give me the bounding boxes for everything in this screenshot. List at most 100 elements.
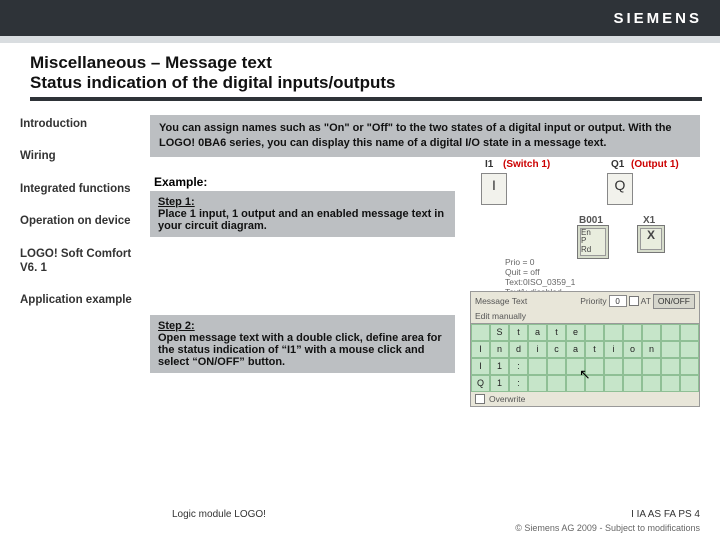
title-underline — [30, 97, 702, 101]
message-text-panel: Message Text Priority 0 AT ON/OFF Edit m… — [470, 291, 700, 407]
grid-cell[interactable] — [604, 375, 623, 392]
grid-cell[interactable] — [471, 324, 490, 341]
grid-cell[interactable]: e — [566, 324, 585, 341]
grid-cell[interactable]: i — [528, 341, 547, 358]
sidebar: Introduction Wiring Integrated functions… — [20, 115, 136, 407]
grid-cell[interactable]: I — [471, 341, 490, 358]
grid-cell[interactable]: a — [528, 324, 547, 341]
footer-copyright: © Siemens AG 2009 - Subject to modificat… — [515, 523, 700, 533]
grid-row-3: Q1: — [471, 375, 699, 392]
grid-cell[interactable] — [623, 358, 642, 375]
b001-block: En P Rd — [577, 225, 609, 259]
input-glyph: I — [492, 178, 496, 192]
grid-cell[interactable] — [661, 341, 680, 358]
step-2-box: Step 2: Open message text with a double … — [150, 315, 455, 373]
ack-checkbox[interactable] — [629, 296, 639, 306]
i1-id: I1 — [485, 159, 493, 170]
priority-label: Priority — [580, 296, 606, 306]
sidebar-item-application-example[interactable]: Application example — [20, 293, 136, 307]
grid-cell[interactable] — [604, 358, 623, 375]
grid-row-1: Indication — [471, 341, 699, 358]
grid-cell[interactable]: n — [642, 341, 661, 358]
sidebar-item-logo-soft-comfort[interactable]: LOGO! Soft Comfort V6. 1 — [20, 247, 136, 276]
q1-id: Q1 — [611, 159, 624, 170]
grid-cell[interactable] — [547, 375, 566, 392]
grid-cell[interactable]: S — [490, 324, 509, 341]
grid-cell[interactable] — [680, 324, 699, 341]
title-block: Miscellaneous – Message text Status indi… — [30, 53, 702, 101]
grid-cell[interactable] — [661, 324, 680, 341]
message-panel-toolbar: Message Text Priority 0 AT ON/OFF Edit m… — [471, 292, 699, 324]
footer-right-code: I IA AS FA PS 4 — [631, 509, 700, 520]
grid-cell[interactable]: : — [509, 358, 528, 375]
sidebar-item-wiring[interactable]: Wiring — [20, 149, 136, 163]
step-2-text: Open message text with a double click, d… — [158, 332, 442, 368]
grid-cell[interactable] — [680, 375, 699, 392]
grid-cell[interactable] — [642, 324, 661, 341]
grid-cell[interactable] — [547, 358, 566, 375]
grid-cell[interactable]: t — [547, 324, 566, 341]
grid-cell[interactable] — [585, 358, 604, 375]
grid-cell[interactable] — [528, 358, 547, 375]
grid-cell[interactable]: Q — [471, 375, 490, 392]
priority-field[interactable]: 0 — [609, 295, 627, 307]
step-2-heading: Step 2: — [158, 320, 195, 332]
sidebar-item-integrated-functions[interactable]: Integrated functions — [20, 182, 136, 196]
intro-text-box: You can assign names such as "On" or "Of… — [150, 115, 700, 157]
message-grid[interactable]: State Indication I1: Q1: — [471, 324, 699, 392]
overwrite-checkbox[interactable] — [475, 394, 485, 404]
grid-cell[interactable]: d — [509, 341, 528, 358]
content-area: You can assign names such as "On" or "Of… — [150, 115, 700, 407]
sidebar-item-introduction[interactable]: Introduction — [20, 117, 136, 131]
at-label: AT — [641, 296, 651, 306]
top-bar: SIEMENS — [0, 0, 720, 36]
grid-row-2: I1: — [471, 358, 699, 375]
grid-cell[interactable]: t — [509, 324, 528, 341]
step-1-text: Place 1 input, 1 output and an enabled m… — [158, 208, 444, 232]
grid-cell[interactable]: t — [585, 341, 604, 358]
grid-cell[interactable] — [585, 324, 604, 341]
grid-cell[interactable]: : — [509, 375, 528, 392]
grid-cell[interactable] — [566, 358, 585, 375]
grid-cell[interactable] — [623, 324, 642, 341]
grid-cell[interactable] — [528, 375, 547, 392]
grid-cell[interactable] — [680, 358, 699, 375]
grid-cell[interactable] — [661, 358, 680, 375]
example-label: Example: — [154, 175, 455, 189]
onoff-button[interactable]: ON/OFF — [653, 294, 695, 309]
grid-cell[interactable]: c — [547, 341, 566, 358]
output-q1-icon: Q — [607, 173, 633, 205]
i1-annotation: (Switch 1) — [503, 159, 550, 170]
grid-cell[interactable]: o — [623, 341, 642, 358]
grid-cell[interactable] — [661, 375, 680, 392]
output-glyph: Q — [615, 178, 626, 192]
grid-cell[interactable]: i — [604, 341, 623, 358]
sidebar-item-operation-on-device[interactable]: Operation on device — [20, 214, 136, 228]
msg-text-label: Message Text — [475, 296, 527, 306]
grid-cell[interactable]: n — [490, 341, 509, 358]
grid-cell[interactable]: a — [566, 341, 585, 358]
grid-cell[interactable]: 1 — [490, 358, 509, 375]
input-i1-icon: I — [481, 173, 507, 205]
overwrite-label: Overwrite — [489, 394, 525, 404]
step-1-box: Step 1: Place 1 input, 1 output and an e… — [150, 191, 455, 237]
grid-cell[interactable] — [585, 375, 604, 392]
edit-manually-label[interactable]: Edit manually — [475, 311, 526, 321]
grid-row-0: State — [471, 324, 699, 341]
grid-cell[interactable] — [642, 358, 661, 375]
grid-cell[interactable] — [642, 375, 661, 392]
step-1-heading: Step 1: — [158, 196, 195, 208]
diagram-area: (Switch 1) I1 I (Output 1) Q1 Q B001 En … — [463, 157, 700, 407]
page-title-2: Status indication of the digital inputs/… — [30, 73, 702, 93]
grid-cell[interactable] — [623, 375, 642, 392]
param-quit: Quit = off — [505, 267, 540, 277]
param-text0: Text:0ISO_0359_1 — [505, 277, 575, 287]
grid-cell[interactable]: 1 — [490, 375, 509, 392]
param-prio: Prio = 0 — [505, 257, 535, 267]
x1-block: X — [637, 225, 665, 253]
grid-cell[interactable] — [566, 375, 585, 392]
grid-cell[interactable] — [604, 324, 623, 341]
grid-cell[interactable]: I — [471, 358, 490, 375]
sub-bar — [0, 36, 720, 43]
grid-cell[interactable] — [680, 341, 699, 358]
